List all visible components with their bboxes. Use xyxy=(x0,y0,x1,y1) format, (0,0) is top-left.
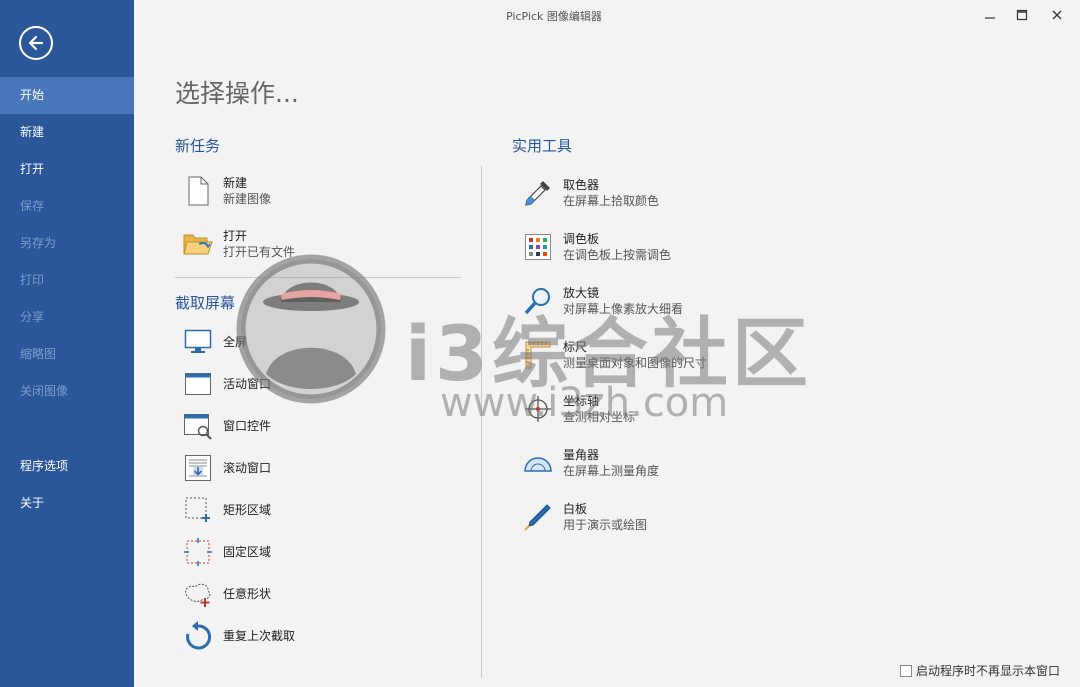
fixed-region-icon xyxy=(184,538,212,566)
tool-whiteboard-desc: 用于演示或绘图 xyxy=(563,518,648,532)
picpick-window: 开始 新建 打开 保存 另存为 打印 分享 缩略图 关闭图像 程序选项 关于 P… xyxy=(0,0,1080,687)
sidebar-item-share: 分享 xyxy=(20,310,45,324)
sidebar-item-new[interactable]: 新建 xyxy=(0,114,134,151)
open-file-desc: 打开已有文件 xyxy=(223,245,296,259)
repeat-last-capture-button[interactable]: 重复上次截取 xyxy=(182,620,295,652)
pen-icon xyxy=(524,504,551,531)
arrow-left-icon xyxy=(28,35,44,51)
title-bar: PicPick 图像编辑器 xyxy=(134,0,1080,30)
tool-color-palette-title: 调色板 xyxy=(563,232,600,246)
dashed-rectangle-icon xyxy=(185,497,210,522)
sidebar-item-save-as: 另存为 xyxy=(20,236,57,250)
blank-document-icon xyxy=(188,176,209,206)
startup-checkbox-row: 启动程序时不再显示本窗口 xyxy=(900,662,1060,679)
capture-freehand-label: 任意形状 xyxy=(223,587,272,601)
capture-region-label: 矩形区域 xyxy=(223,503,272,517)
capture-fullscreen-label: 全屏 xyxy=(223,335,248,349)
capture-scrolling-window-label: 滚动窗口 xyxy=(223,461,272,475)
repeat-last-capture-label: 重复上次截取 xyxy=(223,629,296,643)
dont-show-checkbox[interactable] xyxy=(900,664,912,677)
page-title: 选择操作... xyxy=(175,79,299,108)
new-image-button[interactable]: 新建 新建图像 xyxy=(182,175,271,207)
sidebar-item-open[interactable]: 打开 xyxy=(0,151,134,188)
sidebar-item-close-image: 关闭图像 xyxy=(20,384,69,398)
sidebar-item-about[interactable]: 关于 xyxy=(0,485,134,522)
sidebar-item-print: 打印 xyxy=(20,273,45,287)
window-title: PicPick 图像编辑器 xyxy=(506,10,602,23)
maximize-button[interactable] xyxy=(1007,4,1037,26)
freehand-shape-icon xyxy=(185,583,211,607)
capture-window-control-label: 窗口控件 xyxy=(223,419,272,433)
section-title-new-task: 新任务 xyxy=(175,137,221,155)
tool-whiteboard-title: 白板 xyxy=(563,502,588,516)
open-file-title: 打开 xyxy=(223,229,248,243)
sidebar: 开始 新建 打开 保存 另存为 打印 分享 缩略图 关闭图像 程序选项 关于 xyxy=(0,0,134,687)
section-divider xyxy=(175,277,461,278)
capture-scrolling-window-button[interactable]: 滚动窗口 xyxy=(182,452,271,484)
monitor-icon xyxy=(184,329,212,353)
tool-whiteboard[interactable]: 白板 用于演示或绘图 xyxy=(522,501,647,533)
sidebar-item-options[interactable]: 程序选项 xyxy=(0,448,134,485)
window-magnifier-icon xyxy=(184,414,212,440)
tool-color-palette[interactable]: 调色板 在调色板上按需调色 xyxy=(522,231,671,263)
new-image-title: 新建 xyxy=(223,176,248,190)
tool-protractor-title: 量角器 xyxy=(563,448,600,462)
sidebar-item-start[interactable]: 开始 xyxy=(0,77,134,114)
open-file-button[interactable]: 打开 打开已有文件 xyxy=(182,228,295,260)
capture-fullscreen-button[interactable]: 全屏 xyxy=(182,326,247,358)
close-icon xyxy=(1052,10,1062,20)
section-title-capture: 截取屏幕 xyxy=(175,294,236,312)
tool-color-picker-title: 取色器 xyxy=(563,178,600,192)
maximize-icon xyxy=(1016,9,1028,21)
capture-freehand-button[interactable]: 任意形状 xyxy=(182,578,271,610)
minimize-button[interactable] xyxy=(975,4,1005,26)
watermark-url: www.i3zh.com xyxy=(440,380,729,426)
sidebar-item-save: 保存 xyxy=(20,199,45,213)
capture-window-control-button[interactable]: 窗口控件 xyxy=(182,410,271,442)
capture-fixed-region-button[interactable]: 固定区域 xyxy=(182,536,271,568)
capture-region-button[interactable]: 矩形区域 xyxy=(182,494,271,526)
capture-active-window-label: 活动窗口 xyxy=(223,377,272,391)
tool-protractor[interactable]: 量角器 在屏幕上测量角度 xyxy=(522,447,659,479)
new-image-desc: 新建图像 xyxy=(223,192,272,206)
tool-color-picker-desc: 在屏幕上拾取颜色 xyxy=(563,194,660,208)
capture-active-window-button[interactable]: 活动窗口 xyxy=(182,368,271,400)
protractor-icon xyxy=(524,457,552,472)
repeat-icon xyxy=(186,621,212,650)
capture-fixed-region-label: 固定区域 xyxy=(223,545,272,559)
tool-protractor-desc: 在屏幕上测量角度 xyxy=(563,464,660,478)
tool-color-palette-desc: 在调色板上按需调色 xyxy=(563,248,672,262)
back-button[interactable] xyxy=(19,26,53,60)
sidebar-item-thumbnails: 缩略图 xyxy=(20,347,57,361)
scroll-window-icon xyxy=(185,455,211,481)
open-folder-icon xyxy=(183,234,213,255)
window-icon xyxy=(185,373,211,395)
eyedropper-icon xyxy=(525,181,550,206)
dont-show-label[interactable]: 启动程序时不再显示本窗口 xyxy=(916,662,1060,679)
minimize-icon xyxy=(985,17,995,19)
close-button[interactable] xyxy=(1042,4,1072,26)
tool-color-picker[interactable]: 取色器 在屏幕上拾取颜色 xyxy=(522,177,659,209)
section-title-tools: 实用工具 xyxy=(512,137,573,155)
color-palette-icon xyxy=(525,234,551,260)
